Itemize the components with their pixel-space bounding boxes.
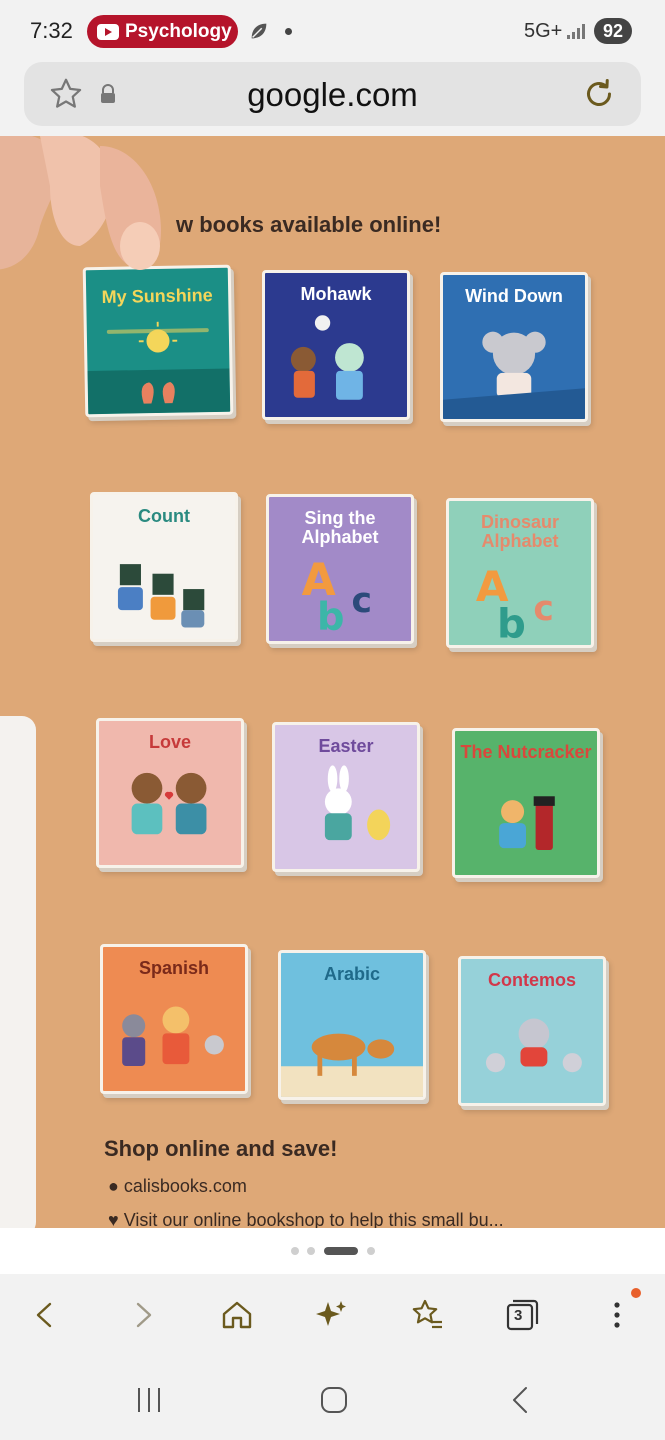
page-indicator xyxy=(0,1228,665,1274)
book-cover-arabic[interactable]: Arabic xyxy=(278,950,426,1100)
book-cover-wind-down[interactable]: Wind Down xyxy=(440,272,588,422)
book-title: Love xyxy=(148,732,191,752)
sparkle-ai-icon[interactable] xyxy=(312,1296,350,1334)
book-title: Wind Down xyxy=(465,286,563,306)
book-cover-count[interactable]: Count xyxy=(90,492,238,642)
book-title: Mohawk xyxy=(300,284,372,304)
shop-visit-line: ♥ Visit our online bookshop to help this… xyxy=(108,1210,504,1228)
recent-apps-icon[interactable] xyxy=(133,1384,165,1416)
status-time: 7:32 xyxy=(30,18,73,43)
book-cover-easter[interactable]: Easter xyxy=(272,722,420,872)
book-cover-spanish[interactable]: Spanish xyxy=(100,944,248,1094)
home-button-icon[interactable] xyxy=(318,1384,350,1416)
url-text[interactable]: google.com xyxy=(24,76,641,114)
svg-text:c: c xyxy=(352,581,372,621)
web-content[interactable]: w books available online! My Sunshine Mo… xyxy=(0,136,665,1228)
book-cover-love[interactable]: Love xyxy=(96,718,244,868)
book-title: Sing the Alphabet xyxy=(301,508,379,547)
shop-link-text: calisbooks.com xyxy=(123,1176,247,1196)
book-cover-mohawk[interactable]: Mohawk xyxy=(262,270,410,420)
url-bar[interactable]: google.com xyxy=(24,62,641,126)
book-title: Easter xyxy=(318,736,374,756)
battery-level: 92 xyxy=(594,18,632,44)
book-title: Spanish xyxy=(138,958,209,978)
signal-icon xyxy=(567,24,585,39)
book-title: Count xyxy=(138,506,190,526)
notification-app-name: Psychology xyxy=(125,20,232,42)
home-icon[interactable] xyxy=(218,1296,256,1334)
svg-text:c: c xyxy=(533,589,553,629)
book-cover-sing-the-alphabet[interactable]: A b c Sing the Alphabet xyxy=(266,494,414,644)
book-title: Arabic xyxy=(323,964,381,984)
shop-website: ● calisbooks.com xyxy=(108,1176,247,1196)
shop-visit-text: Visit our online bookshop to help this s… xyxy=(123,1210,504,1228)
status-bar: 7:32 Psychology 5G+ 92 xyxy=(0,0,665,62)
network-type: 5G+ xyxy=(524,20,563,42)
page-dot xyxy=(291,1247,299,1255)
leaf-icon xyxy=(251,23,267,39)
book-title: The Nutcracker xyxy=(460,742,592,762)
page-dot xyxy=(307,1247,315,1255)
page-dot xyxy=(367,1247,375,1255)
forward-arrow-icon[interactable] xyxy=(124,1296,162,1334)
browser-toolbar: 3 xyxy=(0,1274,665,1360)
tabs-count: 3 xyxy=(514,1307,523,1324)
side-panel xyxy=(0,716,36,1228)
reload-icon[interactable] xyxy=(581,76,617,112)
book-cover-contemos[interactable]: Contemos xyxy=(458,956,606,1106)
more-menu-icon[interactable] xyxy=(598,1296,636,1334)
shop-heading: Shop online and save! xyxy=(104,1136,338,1161)
back-arrow-icon[interactable] xyxy=(26,1296,64,1334)
system-back-icon[interactable] xyxy=(504,1384,536,1416)
more-notifications-dot-icon xyxy=(285,28,292,35)
book-cover-dinosaur-alphabet[interactable]: A b c Dinosaur Alphabet xyxy=(446,498,594,648)
svg-text:b: b xyxy=(497,600,526,645)
page-dot-active xyxy=(324,1247,358,1255)
hand-illustration xyxy=(0,136,161,270)
system-nav-bar xyxy=(0,1360,665,1440)
youtube-icon xyxy=(97,23,119,40)
bookmarks-icon[interactable] xyxy=(408,1296,446,1334)
page-headline: w books available online! xyxy=(176,212,442,237)
notification-dot xyxy=(631,1288,641,1298)
svg-text:b: b xyxy=(317,594,344,639)
book-title: Contemos xyxy=(487,970,576,990)
book-title: Dinosaur Alphabet xyxy=(480,512,559,551)
youtube-notification-pill[interactable]: Psychology xyxy=(87,15,238,48)
book-cover-the-nutcracker[interactable]: The Nutcracker xyxy=(452,728,600,878)
